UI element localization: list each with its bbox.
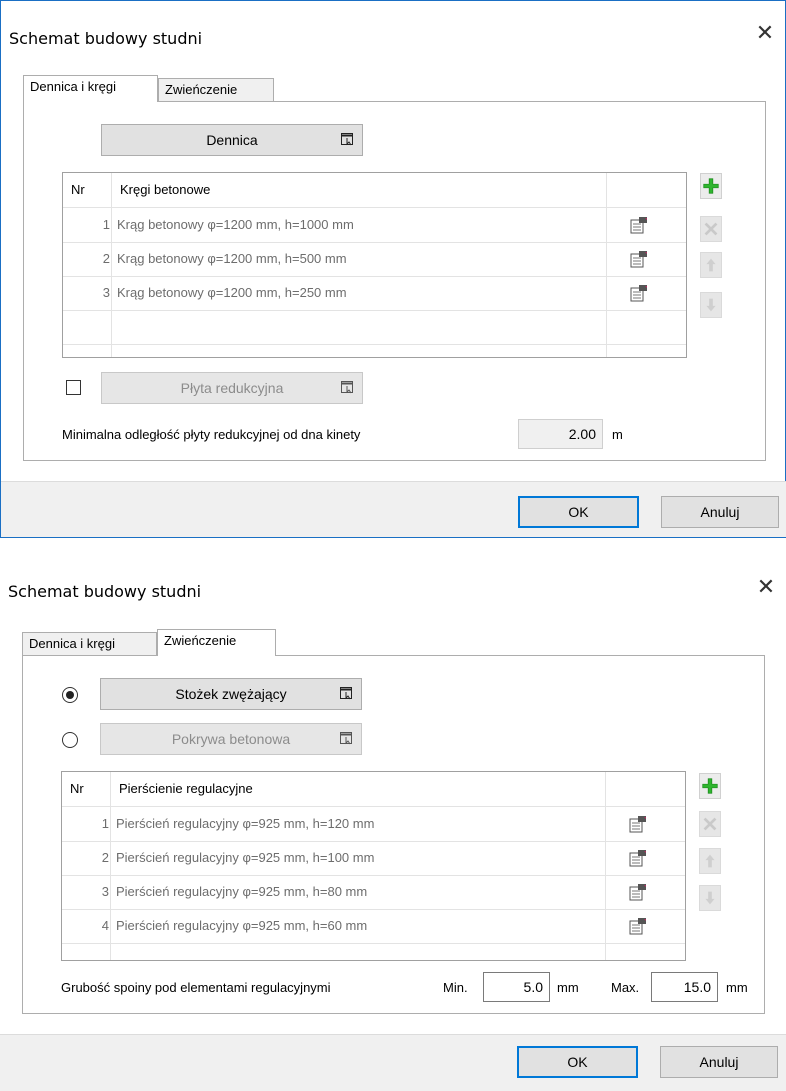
dennica-button[interactable]: Dennica	[101, 124, 363, 156]
min-distance-unit: m	[612, 427, 623, 442]
min-distance-label: Minimalna odległość płyty redukcyjnej od…	[62, 427, 361, 442]
tab-panel: Stożek zwężający Pokrywa betonowa Nr Pie…	[22, 655, 765, 1014]
col-kregi-header: Kręgi betonowe	[120, 182, 211, 197]
table-row[interactable]: 1 Pierścień regulacyjny φ=925 mm, h=120 …	[62, 807, 685, 842]
properties-icon[interactable]	[629, 883, 647, 901]
dialog-dennica-kregi: Schemat budowy studni ✕ Dennica i kręgi …	[0, 0, 786, 538]
cancel-button[interactable]: Anuluj	[661, 496, 779, 528]
table-row[interactable]: 3 Pierścień regulacyjny φ=925 mm, h=80 m…	[62, 875, 685, 910]
dennica-button-label: Dennica	[206, 132, 258, 148]
dialog-zwienczenie: Schemat budowy studni ✕ Dennica i kręgi …	[0, 563, 786, 1091]
plyta-checkbox[interactable]	[66, 380, 81, 395]
col-pierscienie-header: Pierścienie regulacyjne	[119, 781, 253, 796]
table-row[interactable]: 2 Krąg betonowy φ=1200 mm, h=500 mm	[63, 242, 686, 277]
col-nr-header: Nr	[70, 781, 84, 796]
table-row[interactable]: 2 Pierścień regulacyjny φ=925 mm, h=100 …	[62, 841, 685, 876]
table-row[interactable]: 1 Krąg betonowy φ=1200 mm, h=1000 mm	[63, 208, 686, 243]
ok-button[interactable]: OK	[517, 1046, 638, 1078]
table-row[interactable]: 4 Pierścień regulacyjny φ=925 mm, h=60 m…	[62, 909, 685, 944]
x-icon[interactable]	[700, 216, 722, 242]
plus-icon[interactable]	[699, 773, 721, 799]
tab-zwienczenie[interactable]: Zwieńczenie	[158, 78, 274, 102]
properties-icon[interactable]	[629, 815, 647, 833]
properties-icon[interactable]	[630, 250, 648, 268]
properties-icon[interactable]	[630, 216, 648, 234]
plyta-button-label: Płyta redukcyjna	[180, 380, 284, 396]
col-nr-header: Nr	[71, 182, 85, 197]
kregi-grid[interactable]: Nr Kręgi betonowe 1 Krąg betonowy φ=1200…	[62, 172, 687, 358]
arrow-down-icon[interactable]	[699, 885, 721, 911]
tab-zwienczenie[interactable]: Zwieńczenie	[157, 629, 276, 656]
properties-icon[interactable]	[629, 917, 647, 935]
max-thickness-field[interactable]: 15.0	[651, 972, 718, 1002]
ok-button[interactable]: OK	[518, 496, 639, 528]
plyta-redukcyjna-button[interactable]: Płyta redukcyjna	[101, 372, 363, 404]
close-icon[interactable]: ✕	[756, 576, 776, 598]
tab-dennica-kregi[interactable]: Dennica i kręgi	[22, 632, 157, 656]
close-icon[interactable]: ✕	[755, 22, 775, 44]
dialog-button-bar: OK Anuluj	[1, 481, 786, 537]
pokrywa-button-label: Pokrywa betonowa	[171, 731, 291, 747]
min-distance-field[interactable]: 2.00	[518, 419, 603, 449]
plus-icon[interactable]	[700, 173, 722, 199]
min-unit: mm	[557, 980, 579, 995]
x-icon[interactable]	[699, 811, 721, 837]
tab-panel: Dennica Nr Kręgi betonowe 1 Krąg betonow…	[23, 101, 766, 461]
dropdown-window-icon	[341, 133, 353, 146]
table-row[interactable]: 3 Krąg betonowy φ=1200 mm, h=250 mm	[63, 276, 686, 311]
dialog-button-bar: OK Anuluj	[0, 1034, 786, 1091]
min-label: Min.	[443, 980, 468, 995]
dropdown-window-icon	[340, 732, 352, 745]
min-thickness-field[interactable]: 5.0	[483, 972, 550, 1002]
stozek-button-label: Stożek zwężający	[175, 686, 287, 702]
dropdown-window-icon	[340, 687, 352, 700]
grid-header: Nr Kręgi betonowe	[63, 173, 686, 208]
properties-icon[interactable]	[630, 284, 648, 302]
dropdown-window-icon	[341, 381, 353, 394]
tab-dennica-kregi[interactable]: Dennica i kręgi	[23, 75, 158, 102]
table-row-empty[interactable]	[63, 310, 686, 345]
stozek-radio[interactable]	[62, 687, 78, 703]
max-unit: mm	[726, 980, 748, 995]
grid-header: Nr Pierścienie regulacyjne	[62, 772, 685, 807]
max-label: Max.	[611, 980, 640, 995]
arrow-up-icon[interactable]	[700, 252, 722, 278]
dialog-title: Schemat budowy studni	[9, 29, 203, 48]
stozek-button[interactable]: Stożek zwężający	[100, 678, 362, 710]
arrow-up-icon[interactable]	[699, 848, 721, 874]
spoina-label: Grubość spoiny pod elementami regulacyjn…	[61, 980, 331, 995]
pokrywa-button[interactable]: Pokrywa betonowa	[100, 723, 362, 755]
pierscienie-grid[interactable]: Nr Pierścienie regulacyjne 1 Pierścień r…	[61, 771, 686, 961]
arrow-down-icon[interactable]	[700, 292, 722, 318]
properties-icon[interactable]	[629, 849, 647, 867]
dialog-title: Schemat budowy studni	[8, 582, 202, 601]
pokrywa-radio[interactable]	[62, 732, 78, 748]
cancel-button[interactable]: Anuluj	[660, 1046, 778, 1078]
